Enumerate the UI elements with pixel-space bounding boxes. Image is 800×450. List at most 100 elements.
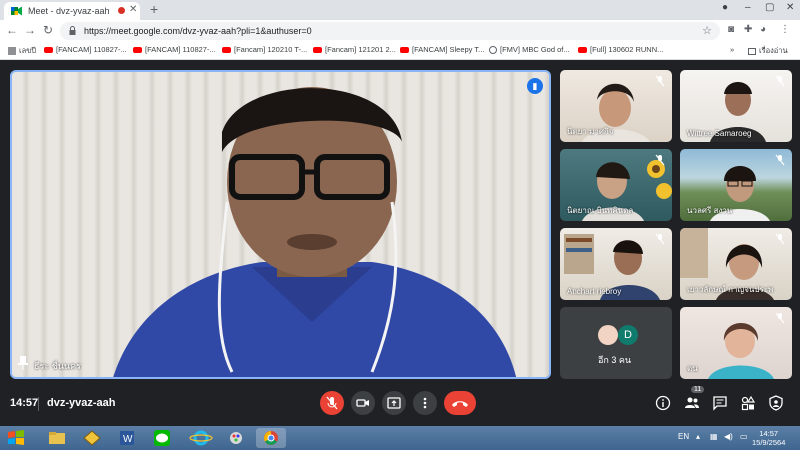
bookmark-item[interactable]: [FANCAM] Sleepy T... <box>400 45 484 54</box>
participant-avatar <box>598 325 618 345</box>
bookmarks-overflow-button[interactable]: » <box>730 45 734 54</box>
volume-icon[interactable]: ◀) <box>724 432 733 441</box>
menu-kebab-icon[interactable]: ⋮ <box>780 24 790 35</box>
phone-hangup-icon <box>452 401 468 407</box>
url-text: https://meet.google.com/dvz-yvaz-aah?pli… <box>84 26 312 36</box>
info-icon[interactable] <box>655 395 671 411</box>
participant-tile[interactable]: นวลศรี สงวน <box>680 149 792 221</box>
close-tab-icon[interactable]: ✕ <box>129 4 137 15</box>
pin-icon[interactable] <box>18 356 28 370</box>
reading-list-button[interactable]: เรื่องอ่าน <box>748 45 788 57</box>
mic-off-icon <box>775 75 785 87</box>
participant-tile[interactable]: นิตยา มาศกิจ <box>560 70 672 142</box>
back-icon[interactable]: ← <box>4 23 20 37</box>
people-count-badge: 11 <box>691 386 705 393</box>
people-icon[interactable] <box>684 395 700 411</box>
mic-off-icon <box>775 154 785 166</box>
maximize-icon[interactable]: ▢ <box>765 2 774 13</box>
word-icon[interactable]: W <box>112 428 142 448</box>
participant-tile[interactable]: นิตยาณ บินทคินดล <box>560 149 672 221</box>
reading-list-icon <box>748 47 756 55</box>
paint-app-icon[interactable] <box>221 428 251 448</box>
more-options-button[interactable] <box>413 391 437 415</box>
youtube-icon <box>578 47 587 54</box>
bookmark-item[interactable]: [Full] 130602 RUNN... <box>578 45 663 54</box>
app-shortcut-icon[interactable] <box>77 428 107 448</box>
omnibox[interactable]: https://meet.google.com/dvz-yvaz-aah?pli… <box>60 22 720 40</box>
meeting-code: dvz-yvaz-aah <box>47 397 116 409</box>
windows-taskbar: W EN ▴ ▦ ◀) ▭ 14:57 15/9/2564 <box>0 426 800 450</box>
bookmark-item[interactable]: [FMV] MBC God of... <box>489 45 570 55</box>
divider <box>38 397 39 411</box>
video-camera-icon <box>356 399 369 407</box>
main-video-tile[interactable]: ▮ ธีระ ชื่นนคร <box>10 70 551 379</box>
chat-icon[interactable] <box>712 395 728 411</box>
screen: Meet - dvz-yvaz-aah ✕ + ● – ▢ ✕ ← → ↻ ht… <box>0 0 800 450</box>
more-vert-icon <box>423 397 427 409</box>
main-speaker-name: ธีระ ชื่นนคร <box>34 361 81 371</box>
youtube-icon <box>44 47 53 54</box>
camera-indicator-icon[interactable]: ◙ <box>728 24 734 35</box>
windows-start-icon[interactable] <box>2 428 30 448</box>
participant-tile[interactable]: Wittree Samaroeg <box>680 70 792 142</box>
participant-name: ดน <box>687 364 698 373</box>
tab-title: Meet - dvz-yvaz-aah <box>28 6 110 16</box>
participant-tile[interactable]: เยาวลักษณ์ กาญจนประพ <box>680 228 792 300</box>
address-toolbar: ← → ↻ https://meet.google.com/dvz-yvaz-a… <box>0 20 800 42</box>
clock-date: 15/9/2564 <box>752 438 786 447</box>
bookmark-star-icon[interactable]: ☆ <box>702 24 712 37</box>
participant-name: นวลศรี สงวน <box>687 206 733 215</box>
bookmark-icon <box>8 47 16 56</box>
new-tab-button[interactable]: + <box>150 1 158 17</box>
line-app-icon[interactable] <box>147 428 177 448</box>
browser-tab-bar: Meet - dvz-yvaz-aah ✕ + ● – ▢ ✕ <box>0 0 800 20</box>
tray-arrow-icon[interactable]: ▴ <box>696 432 700 441</box>
taskbar-clock[interactable]: 14:57 15/9/2564 <box>752 429 785 447</box>
present-screen-icon <box>387 397 401 409</box>
speaking-indicator-icon: ▮ <box>527 78 543 94</box>
leave-call-button[interactable] <box>444 391 476 415</box>
reload-icon[interactable]: ↻ <box>40 23 56 37</box>
chrome-icon[interactable] <box>256 428 286 448</box>
present-screen-button[interactable] <box>382 391 406 415</box>
camera-toggle-button[interactable] <box>351 391 375 415</box>
participant-name: Anchart riebroy <box>567 287 622 296</box>
bookmark-item[interactable]: [Fancam] 120210 T-... <box>222 45 307 54</box>
internet-explorer-icon[interactable] <box>186 428 216 448</box>
more-participants-tile[interactable]: D อีก 3 คน <box>560 307 672 379</box>
mic-off-icon <box>775 312 785 324</box>
meet-stage: ▮ ธีระ ชื่นนคร นิตยา มาศกิจ Wittree Sama… <box>0 60 800 426</box>
youtube-icon <box>313 47 322 54</box>
bookmark-item[interactable]: [Fancam] 121201 2... <box>313 45 396 54</box>
participant-name: Wittree Samaroeg <box>687 129 752 138</box>
meet-tab[interactable]: Meet - dvz-yvaz-aah ✕ <box>4 2 140 20</box>
profile-dot-icon[interactable]: ● <box>722 2 728 13</box>
mic-off-icon <box>326 396 338 410</box>
participant-name: นิตยา มาศกิจ <box>567 127 614 136</box>
host-controls-icon[interactable] <box>768 395 784 411</box>
meet-logo-icon <box>11 6 22 16</box>
file-explorer-icon[interactable] <box>42 428 72 448</box>
language-indicator[interactable]: EN <box>678 432 689 441</box>
bookmark-item[interactable]: [FANCAM] 110827-... <box>44 45 127 54</box>
meeting-time: 14:57 <box>10 397 39 409</box>
bookmark-item[interactable]: เลขปี <box>8 45 36 57</box>
mic-off-icon <box>775 233 785 245</box>
close-window-icon[interactable]: ✕ <box>786 2 794 13</box>
notification-icon[interactable]: ▭ <box>740 432 748 441</box>
participant-tile[interactable]: Anchart riebroy <box>560 228 672 300</box>
activities-icon[interactable] <box>740 395 756 411</box>
avatar-icon[interactable]: ◕ <box>760 24 766 35</box>
svg-text:W: W <box>123 434 133 445</box>
participant-tile[interactable]: ดน <box>680 307 792 379</box>
extensions-icon[interactable]: ✚ <box>744 24 752 35</box>
mic-toggle-button[interactable] <box>320 391 344 415</box>
forward-icon[interactable]: → <box>22 23 38 37</box>
globe-icon <box>489 46 497 55</box>
minimize-icon[interactable]: – <box>745 2 751 13</box>
youtube-icon <box>400 47 409 54</box>
network-icon[interactable]: ▦ <box>710 432 718 441</box>
main-speaker-video <box>113 87 516 377</box>
lock-icon <box>69 26 76 35</box>
bookmark-item[interactable]: [FANCAM] 110827-... <box>133 45 216 54</box>
